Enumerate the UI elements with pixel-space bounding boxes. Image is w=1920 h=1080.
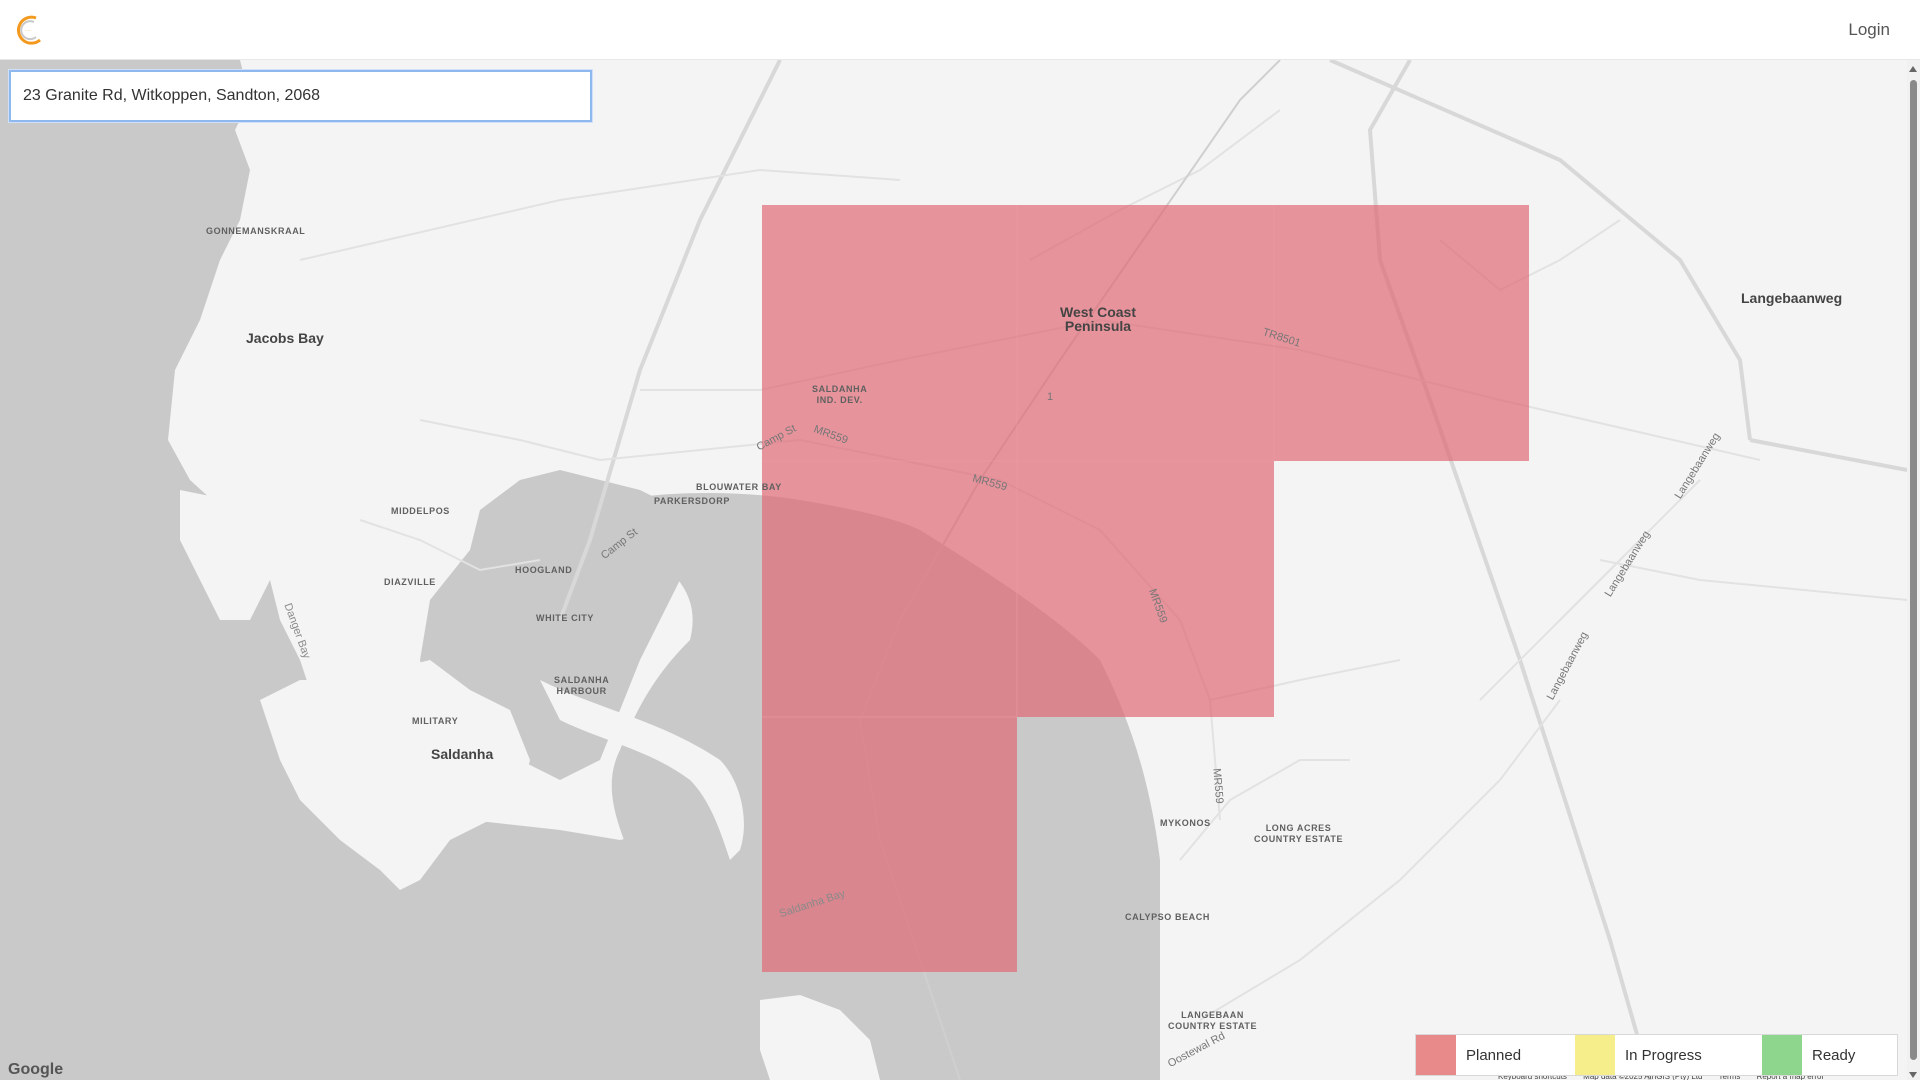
legend-swatch-in-progress [1575,1035,1615,1075]
legend-swatch-planned [1416,1035,1456,1075]
label-saldanha-harbour: SALDANHA HARBOUR [554,675,610,696]
map-marker-1: 1 [1047,391,1054,403]
legend-label-in-progress: In Progress [1625,1046,1702,1064]
label-parkersdorp: PARKERSDORP [654,496,730,506]
label-langebaanweg: Langebaanweg [1741,290,1843,306]
label-saldanha-ind-dev: SALDANHA IND. DEV. [812,384,868,405]
legend-item-planned: Planned [1416,1035,1575,1075]
svg-text:·····: ····· [25,28,32,33]
scroll-down-arrow-icon[interactable] [1909,1072,1917,1078]
label-military: MILITARY [412,716,459,726]
legend-label-ready: Ready [1812,1046,1856,1064]
label-long-acres: LONG ACRES COUNTRY ESTATE [1254,823,1344,844]
top-header: ····· Login [0,0,1920,60]
scroll-up-arrow-icon[interactable] [1909,66,1917,72]
label-west-coast-peninsula: West Coast Peninsula [1060,304,1136,334]
legend-item-in-progress: In Progress [1575,1035,1762,1075]
label-mykonos: MYKONOS [1160,818,1211,828]
label-gonnemanskraal: GONNEMANSKRAAL [206,226,306,236]
login-link[interactable]: Login [1848,20,1890,40]
address-search-box[interactable] [9,70,592,122]
status-legend: Planned In Progress Ready [1415,1034,1898,1076]
label-diazville: DIAZVILLE [384,577,436,587]
legend-item-ready: Ready [1762,1035,1897,1075]
label-white-city: WHITE CITY [536,613,594,623]
scroll-thumb[interactable] [1910,80,1917,1060]
google-logo[interactable]: Google [8,1061,63,1079]
label-hoogland: HOOGLAND [515,565,573,575]
company-logo[interactable]: ····· [14,14,50,46]
label-saldanha: Saldanha [431,746,494,762]
address-search-input[interactable] [11,72,590,120]
legend-swatch-ready [1762,1035,1802,1075]
label-calypso-beach: CALYPSO BEACH [1125,912,1210,922]
label-blouwater-bay: BLOUWATER BAY [696,482,782,492]
label-langebaan-country-estate: LANGEBAAN COUNTRY ESTATE [1168,1010,1258,1031]
map-canvas[interactable]: GONNEMANSKRAAL Jacobs Bay MIDDELPOS HOOG… [0,60,1907,1080]
legend-label-planned: Planned [1466,1046,1522,1064]
page-scrollbar[interactable] [1907,60,1920,1080]
label-jacobs-bay: Jacobs Bay [246,330,324,346]
label-middelpos: MIDDELPOS [391,506,450,516]
